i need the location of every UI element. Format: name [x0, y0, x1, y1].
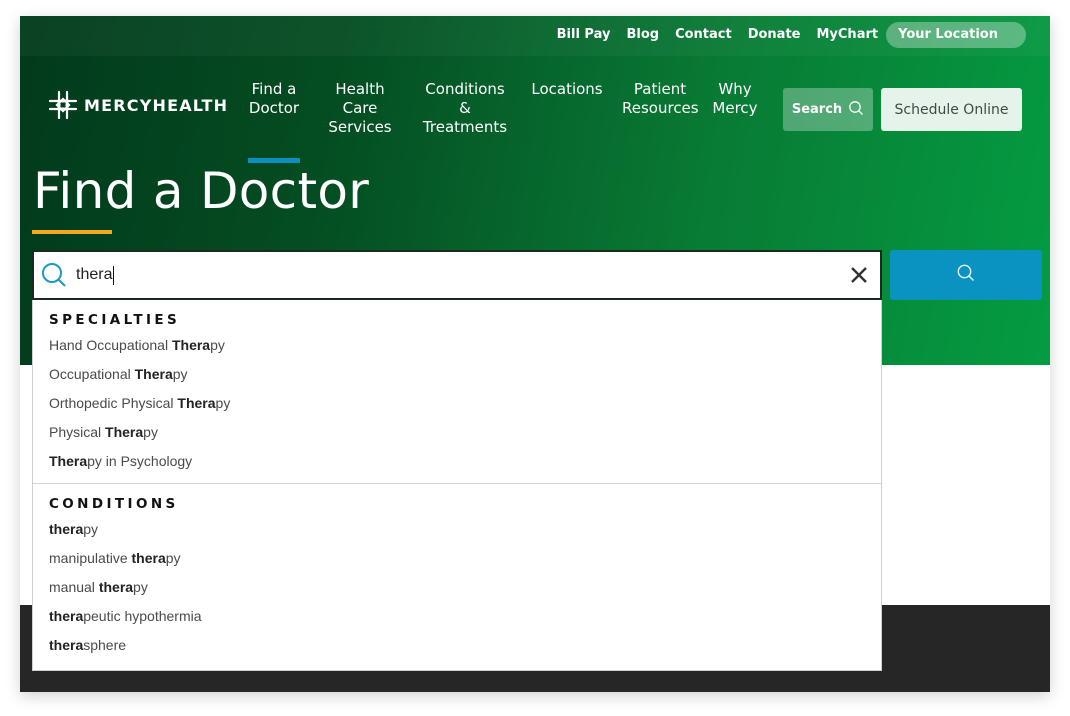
autocomplete-dropdown: SPECIALTIES Hand Occupational Therapy Oc… — [32, 300, 882, 671]
autocomplete-section-conditions: CONDITIONS therapy manipulative therapy … — [33, 484, 881, 660]
utility-link-blog[interactable]: Blog — [618, 22, 667, 48]
suggestion-text: py — [143, 424, 158, 440]
nav-item-why-mercy[interactable]: Why Mercy — [702, 80, 768, 137]
suggestion-text: Physical — [49, 424, 106, 440]
suggestion-text: manual — [49, 579, 99, 595]
nav-label-line: Care — [342, 99, 378, 117]
suggestion-item[interactable]: Occupational Therapy — [33, 360, 881, 389]
suggestion-text: peutic hypothermia — [83, 608, 202, 624]
search-button-label: Search — [791, 102, 843, 117]
suggestion-match: Thera — [49, 453, 88, 469]
suggestion-match: Thera — [134, 366, 173, 382]
nav-label-line: Find a — [251, 80, 297, 98]
suggestion-item[interactable]: Therapy in Psychology — [33, 447, 881, 476]
nav-label-line: Services — [328, 118, 392, 136]
page-title: Find a Doctor — [33, 162, 370, 220]
search-input[interactable]: thera — [76, 266, 112, 284]
nav-label-line: Treatments — [422, 118, 508, 136]
suggestion-text: py — [215, 395, 231, 411]
nav-item-health-care-services[interactable]: Health Care Services — [310, 80, 410, 137]
search-submit-button[interactable] — [890, 250, 1042, 300]
utility-bar: Bill Pay Blog Contact Donate MyChart You… — [20, 16, 1050, 56]
section-heading: SPECIALTIES — [49, 312, 181, 328]
suggestion-text: manipulative — [49, 550, 132, 566]
suggestion-match: Thera — [177, 395, 216, 411]
utility-link-mychart[interactable]: MyChart — [808, 22, 886, 48]
mercyhealth-logo[interactable]: MERCYHEALTH — [48, 90, 228, 120]
utility-link-donate[interactable]: Donate — [740, 22, 809, 48]
suggestion-item[interactable]: manual therapy — [33, 573, 881, 602]
browser-viewport: Bill Pay Blog Contact Donate MyChart You… — [20, 16, 1050, 692]
suggestion-item[interactable]: manipulative therapy — [33, 544, 881, 573]
header-search-button[interactable]: Search — [783, 88, 873, 131]
suggestion-item[interactable]: therapy — [33, 515, 881, 544]
suggestion-text: py — [133, 579, 148, 595]
suggestion-text: py — [210, 337, 225, 353]
suggestion-text: py — [165, 550, 181, 566]
mercy-cross-icon — [48, 90, 78, 120]
nav-label-line: Why — [718, 80, 752, 98]
nav-label-line: & — [459, 99, 471, 117]
schedule-online-button[interactable]: Schedule Online — [881, 88, 1022, 131]
search-icon — [956, 263, 976, 287]
nav-label-line: Health — [335, 80, 385, 98]
suggestion-item[interactable]: Hand Occupational Therapy — [33, 331, 881, 360]
nav-label-line: Doctor — [248, 99, 300, 117]
nav-item-conditions-treatments[interactable]: Conditions & Treatments — [410, 80, 520, 137]
utility-link-bill-pay[interactable]: Bill Pay — [549, 22, 619, 48]
nav-label-line: Resources — [622, 99, 699, 117]
suggestion-text: py — [83, 521, 99, 537]
search-icon — [848, 100, 864, 120]
nav-item-patient-resources[interactable]: Patient Resources — [614, 80, 706, 137]
suggestion-text: Occupational — [49, 366, 135, 382]
your-location-button[interactable]: Your Location — [886, 22, 1026, 48]
title-underline — [32, 230, 112, 234]
nav-label-line: Conditions — [425, 80, 505, 98]
suggestion-match: thera — [131, 550, 166, 566]
suggestion-item[interactable]: Orthopedic Physical Therapy — [33, 389, 881, 418]
suggestion-match: Thera — [171, 337, 211, 353]
suggestion-item[interactable]: Physical Therapy — [33, 418, 881, 447]
suggestion-text: sphere — [83, 637, 127, 653]
nav-label-line: Locations — [531, 80, 603, 98]
suggestion-match: thera — [98, 579, 134, 595]
main-nav: Find a Doctor Health Care Services Condi… — [240, 80, 768, 163]
suggestion-match: thera — [49, 521, 84, 537]
doctor-search-field[interactable]: thera — [32, 250, 882, 300]
suggestion-item[interactable]: therapeutic hypothermia — [33, 602, 881, 631]
suggestion-match: thera — [49, 608, 84, 624]
suggestion-item[interactable]: therasphere — [33, 631, 881, 660]
clear-search-icon[interactable] — [848, 264, 870, 286]
suggestion-text: Hand Occupational — [49, 337, 172, 353]
text-caret — [113, 265, 115, 285]
search-icon — [40, 261, 68, 289]
suggestion-text: Orthopedic Physical — [49, 395, 178, 411]
section-heading: CONDITIONS — [49, 496, 179, 512]
utility-nav: Bill Pay Blog Contact Donate MyChart You… — [549, 22, 1026, 48]
nav-item-locations[interactable]: Locations — [520, 80, 614, 137]
suggestion-text: py — [172, 366, 188, 382]
nav-label-line: Patient — [633, 80, 687, 98]
suggestion-match: Thera — [105, 424, 144, 440]
utility-link-contact[interactable]: Contact — [667, 22, 740, 48]
nav-label-line: Mercy — [712, 99, 758, 117]
suggestion-text: py in Psychology — [87, 453, 193, 469]
logo-wordmark: MERCYHEALTH — [84, 95, 229, 115]
autocomplete-section-specialties: SPECIALTIES Hand Occupational Therapy Oc… — [33, 300, 881, 484]
suggestion-match: thera — [49, 637, 84, 653]
nav-item-find-a-doctor[interactable]: Find a Doctor — [240, 80, 308, 163]
